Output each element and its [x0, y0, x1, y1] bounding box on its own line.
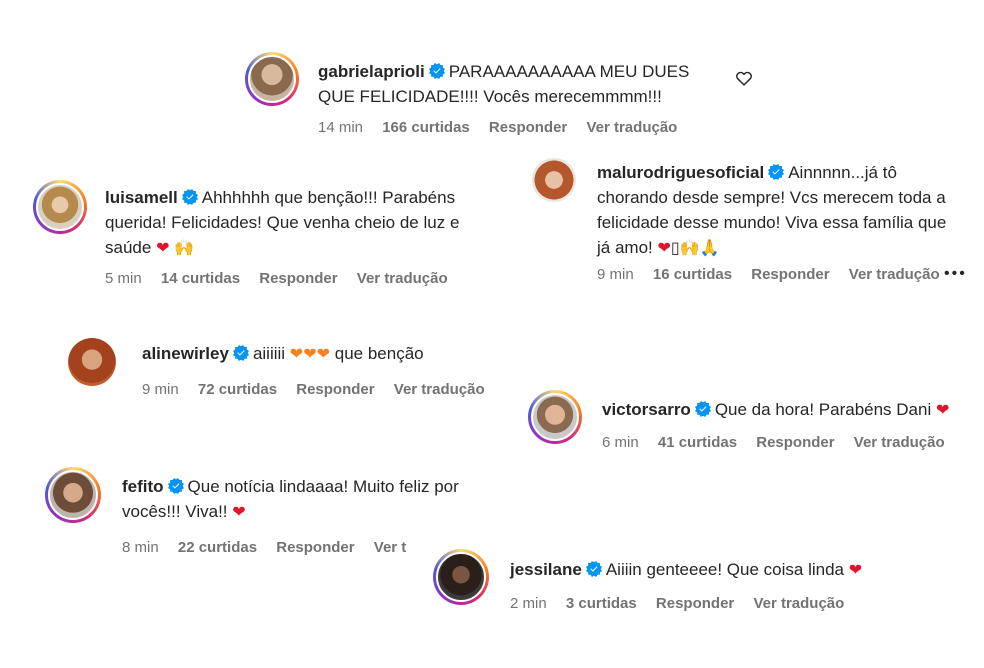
username[interactable]: gabrielaprioli	[318, 62, 425, 81]
likes-count[interactable]: 16 curtidas	[653, 266, 732, 283]
likes-count[interactable]: 72 curtidas	[198, 381, 277, 398]
comment-text: victorsarro Que da hora! Parabéns Dani ❤	[602, 397, 949, 423]
translate-button[interactable]: Ver tradução	[586, 119, 677, 136]
comment-text: malurodriguesoficial Ainnnnn...já tô chor…	[597, 160, 982, 261]
timestamp: 9 min	[597, 266, 634, 283]
avatar[interactable]	[532, 158, 576, 202]
timestamp: 6 min	[602, 434, 639, 451]
verified-badge-icon	[429, 63, 445, 79]
more-options-icon[interactable]: •••	[944, 265, 967, 283]
likes-count[interactable]: 22 curtidas	[178, 539, 257, 556]
timestamp: 5 min	[105, 270, 142, 287]
heart-outline-icon[interactable]	[735, 70, 753, 86]
avatar[interactable]	[33, 180, 87, 234]
pray-icon: 🙏	[699, 240, 720, 257]
comment-meta: 2 min 3 curtidas Responder Ver tradução	[510, 595, 859, 612]
comment-meta: 5 min 14 curtidas Responder Ver tradução	[105, 270, 463, 287]
reply-button[interactable]: Responder	[751, 266, 829, 283]
translate-button[interactable]: Ver tradução	[849, 266, 940, 283]
red-heart-icon: ❤	[232, 504, 246, 521]
reply-button[interactable]: Responder	[276, 539, 354, 556]
verified-badge-icon	[233, 345, 249, 361]
raised-hands-icon: 🙌	[679, 240, 700, 257]
verified-badge-icon	[168, 478, 184, 494]
red-heart-icon: ❤	[848, 562, 863, 579]
translate-button[interactable]: Ver tradução	[753, 595, 844, 612]
timestamp: 8 min	[122, 539, 159, 556]
avatar[interactable]	[45, 467, 101, 523]
orange-heart-icon: ❤	[303, 346, 317, 363]
reply-button[interactable]: Responder	[489, 119, 567, 136]
likes-count[interactable]: 14 curtidas	[161, 270, 240, 287]
verified-badge-icon	[768, 164, 784, 180]
avatar[interactable]	[528, 390, 582, 444]
comment-text: jessilane Aiiiin genteeee! Que coisa lind…	[510, 557, 862, 583]
comment-meta: 14 min 166 curtidas Responder Ver traduç…	[318, 119, 692, 136]
verified-badge-icon	[586, 561, 602, 577]
missing-glyph-icon: ▯	[670, 240, 680, 257]
reply-button[interactable]: Responder	[296, 381, 374, 398]
avatar[interactable]	[245, 52, 299, 106]
likes-count[interactable]: 3 curtidas	[566, 595, 637, 612]
orange-heart-icon: ❤	[316, 346, 331, 363]
timestamp: 9 min	[142, 381, 179, 398]
red-heart-icon: ❤	[935, 402, 950, 419]
reply-button[interactable]: Responder	[756, 434, 834, 451]
verified-badge-icon	[695, 401, 711, 417]
translate-button[interactable]: Ver t	[374, 539, 407, 556]
username[interactable]: alinewirley	[142, 344, 229, 363]
verified-badge-icon	[182, 189, 198, 205]
avatar[interactable]	[68, 338, 116, 386]
comment-meta: 6 min 41 curtidas Responder Ver tradução	[602, 434, 960, 451]
translate-button[interactable]: Ver tradução	[357, 270, 448, 287]
reply-button[interactable]: Responder	[259, 270, 337, 287]
translate-button[interactable]: Ver tradução	[854, 434, 945, 451]
comment-meta: 9 min 72 curtidas Responder Ver tradução	[142, 381, 500, 398]
username[interactable]: victorsarro	[602, 400, 691, 419]
likes-count[interactable]: 166 curtidas	[382, 119, 470, 136]
avatar[interactable]	[433, 549, 489, 605]
comment-text: fefito Que notícia lindaaaa! Muito feliz …	[122, 474, 542, 525]
orange-heart-icon: ❤	[289, 346, 304, 363]
username[interactable]: malurodriguesoficial	[597, 163, 764, 182]
timestamp: 2 min	[510, 595, 547, 612]
timestamp: 14 min	[318, 119, 364, 136]
red-heart-icon: ❤	[156, 240, 170, 257]
reply-button[interactable]: Responder	[656, 595, 734, 612]
username[interactable]: luisamell	[105, 188, 178, 207]
red-heart-icon: ❤	[657, 240, 671, 257]
raised-hands-icon: 🙌	[174, 240, 195, 257]
username[interactable]: fefito	[122, 477, 164, 496]
likes-count[interactable]: 41 curtidas	[658, 434, 737, 451]
comment-meta: 8 min 22 curtidas Responder Ver t	[122, 539, 421, 556]
comment-text: luisamell Ahhhhhh que benção!!! Parabéns …	[105, 185, 525, 261]
translate-button[interactable]: Ver tradução	[394, 381, 485, 398]
comment-text: gabrielaprioli PARAAAAAAAAAA MEU DUES QUE…	[318, 62, 690, 106]
username[interactable]: jessilane	[510, 560, 582, 579]
comment-text: alinewirley aiiiiii ❤❤❤ que benção	[142, 341, 562, 367]
comment-meta: 9 min 16 curtidas Responder Ver tradução	[597, 266, 955, 283]
